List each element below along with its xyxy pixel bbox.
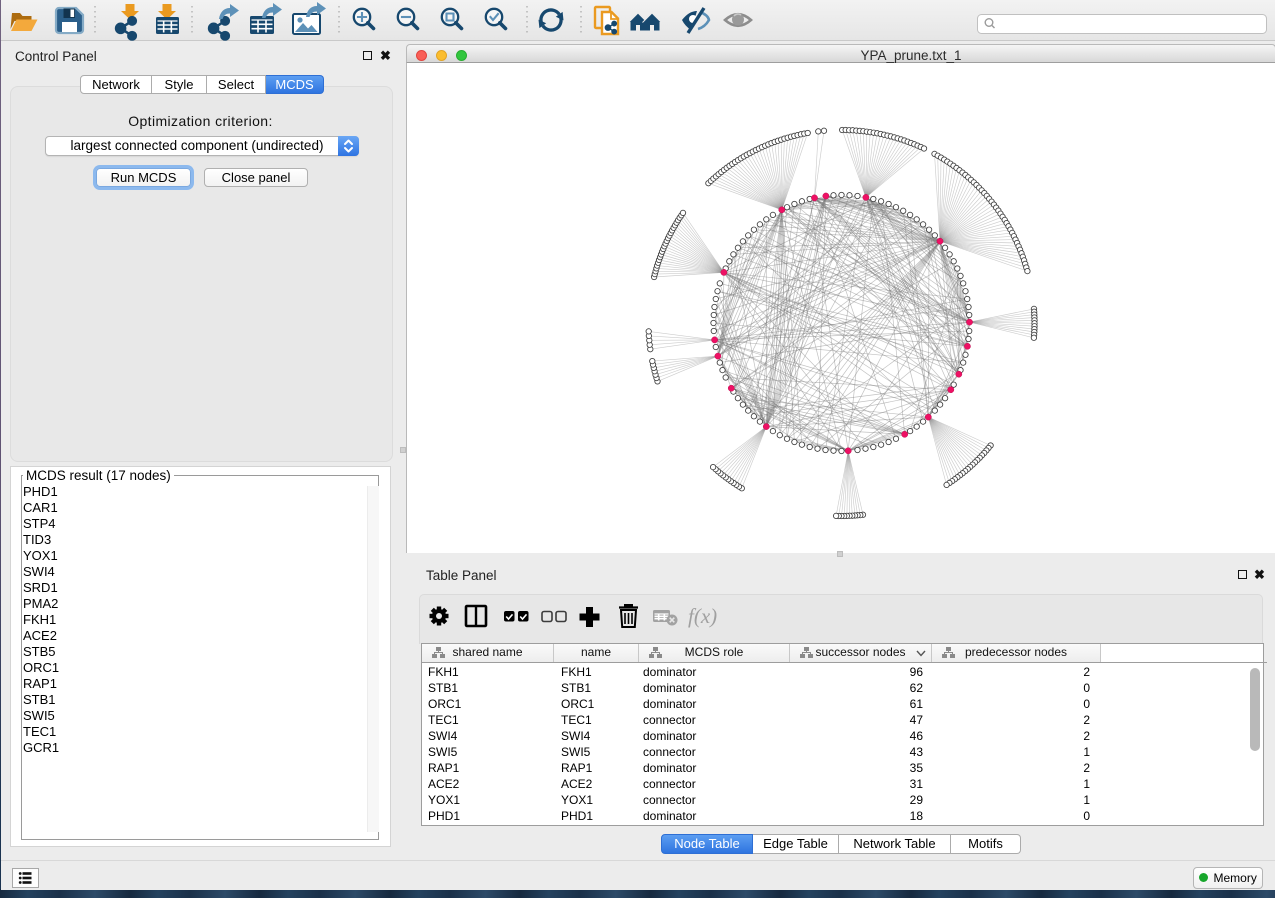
svg-text:f(x): f(x) <box>688 604 717 628</box>
